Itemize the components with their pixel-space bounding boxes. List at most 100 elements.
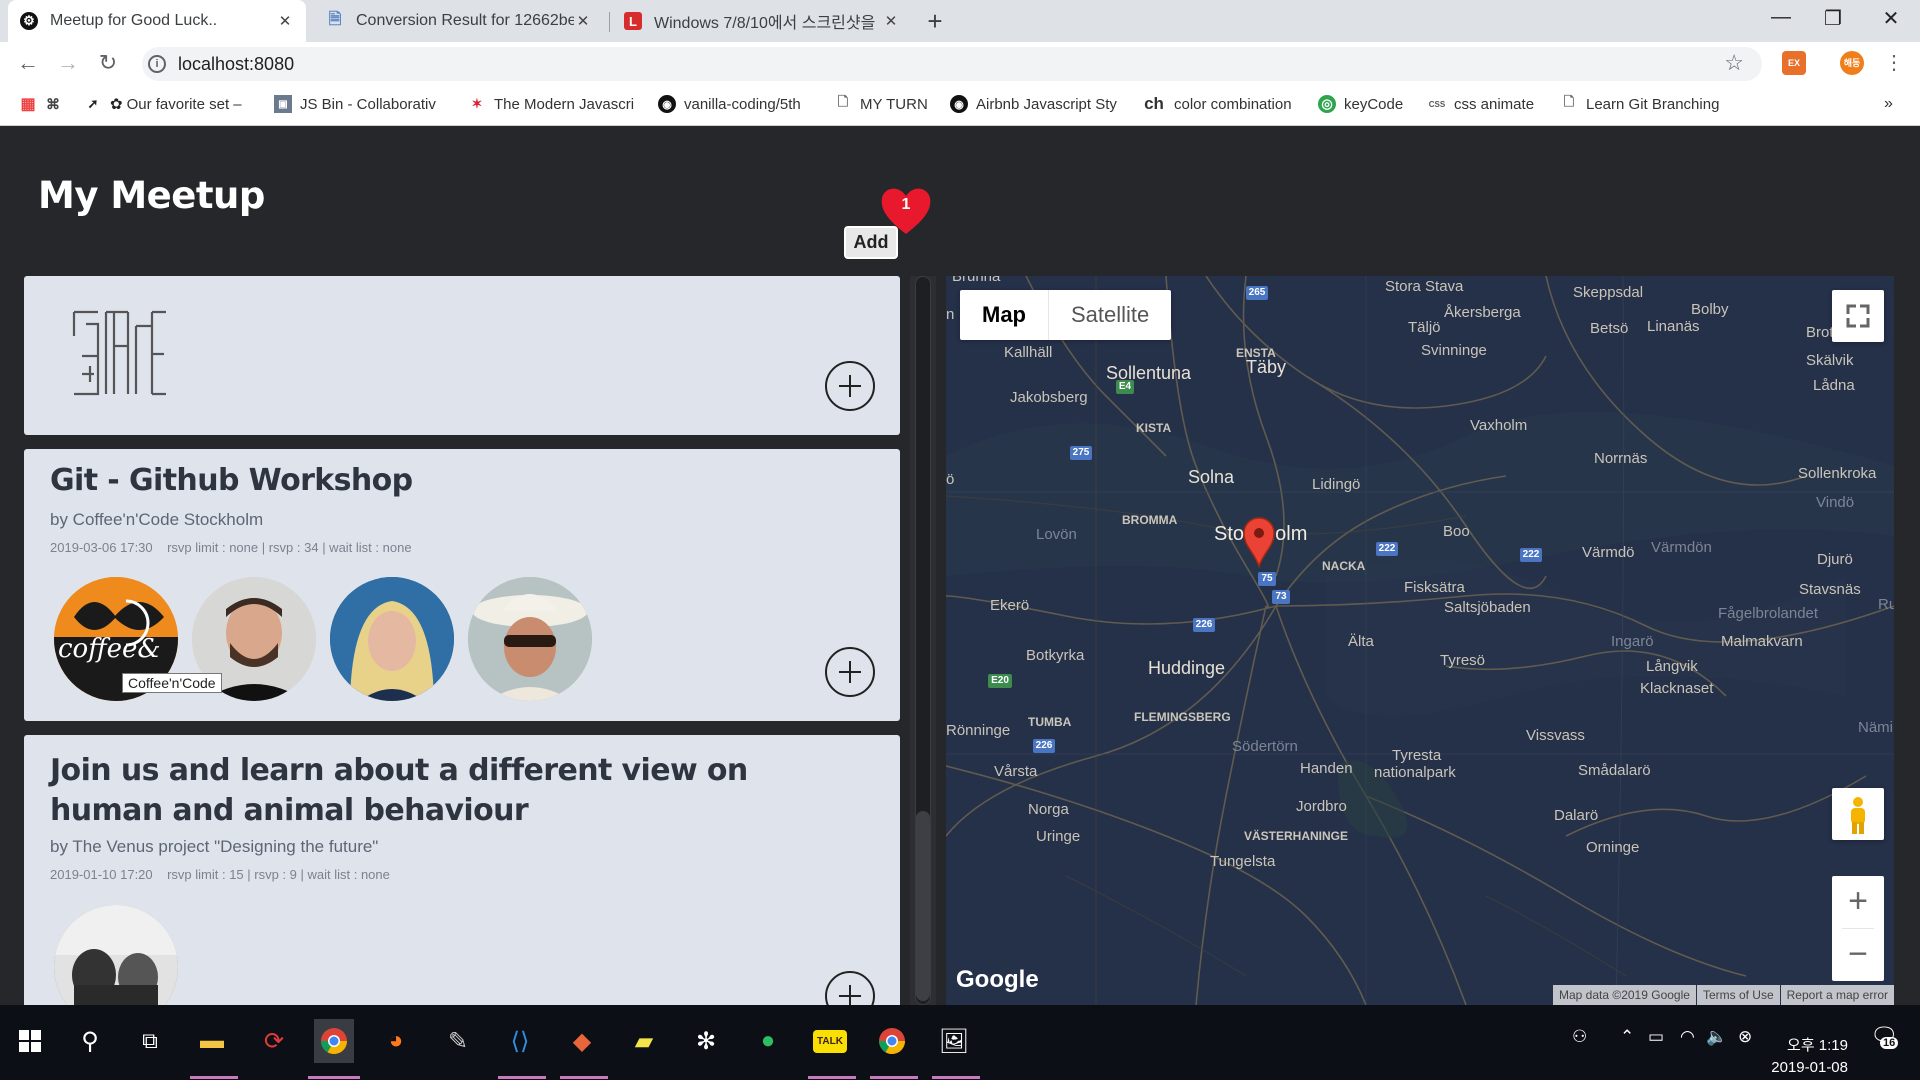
map-label: Ingarö (1611, 633, 1654, 650)
map-label: Täby (1246, 357, 1287, 377)
map-type-satellite-button[interactable]: Satellite (1049, 290, 1171, 340)
bookmark-my-turn[interactable]: 🗋 MY TURN (834, 94, 928, 113)
scrollbar-thumb[interactable] (916, 811, 930, 1001)
document-favicon-icon: 🗎 (328, 10, 342, 28)
more-bookmarks-icon[interactable]: » (1884, 95, 1893, 113)
event-list: Git - Github Workshop by Coffee'n'Code S… (24, 276, 900, 1005)
report-map-error-link[interactable]: Report a map error (1780, 985, 1894, 1005)
chrome-icon[interactable] (872, 1019, 912, 1063)
map-label: Lådna (1813, 377, 1855, 394)
maximize-button[interactable]: ❐ (1818, 6, 1848, 31)
bookmark-favorite-set[interactable]: ➚ ✿ Our favorite set – (84, 95, 242, 114)
slack-icon[interactable]: ✻ (686, 1019, 726, 1063)
git-kraken-icon[interactable]: ◆ (562, 1019, 602, 1063)
sticky-notes-icon[interactable]: ▰ (624, 1019, 664, 1063)
add-event-button[interactable] (825, 647, 875, 697)
event-list-scrollbar[interactable] (910, 276, 936, 1005)
apps-grid-icon[interactable]: ▦ ⌘ (18, 95, 70, 114)
people-icon[interactable]: ⚇ (1572, 1027, 1587, 1047)
fullscreen-icon[interactable] (1832, 290, 1884, 342)
url-text[interactable]: localhost:8080 (178, 54, 294, 75)
map-label: Tyresö (1440, 652, 1486, 669)
bookmark-css-animate[interactable]: CSS css animate (1428, 95, 1534, 113)
paint-app-icon[interactable]: ✎ (438, 1019, 478, 1063)
event-title[interactable]: Join us and learn about a different view… (50, 751, 840, 831)
volume-icon[interactable]: 🔈 (1706, 1027, 1727, 1047)
map-label: VÄSTERHANINGE (1244, 829, 1349, 843)
bookmark-color-combination[interactable]: ch color combination (1142, 94, 1291, 113)
meetup-app: My Meetup 1 Add Git - Github Workshop by… (0, 126, 1920, 1005)
task-view-icon[interactable]: ⧉ (130, 1019, 170, 1063)
taskbar-active-indicator (190, 1076, 238, 1079)
reload-icon[interactable]: ↻ (94, 50, 122, 76)
map-label: Vårsta (994, 763, 1038, 780)
bookmark-learn-git[interactable]: 🗋 Learn Git Branching (1560, 94, 1720, 113)
minimize-button[interactable]: — (1766, 6, 1796, 29)
bookmark-label: css animate (1454, 95, 1535, 113)
avatar[interactable] (54, 905, 178, 1005)
back-icon[interactable]: ← (14, 50, 42, 76)
event-organizer: by The Venus project "Designing the futu… (50, 837, 379, 856)
tab-windows-screenshot[interactable]: L Windows 7/8/10에서 스크린샷을 ✕ (612, 0, 912, 42)
map-label: Malmakvarn (1721, 633, 1803, 650)
map-type-map-button[interactable]: Map (960, 290, 1049, 340)
battery-icon[interactable]: ▭ (1648, 1027, 1664, 1047)
info-icon[interactable]: i (148, 55, 166, 73)
bookmark-airbnb[interactable]: ◉ Airbnb Javascript Sty (950, 95, 1117, 113)
map-marker-icon[interactable] (1242, 516, 1276, 569)
event-title[interactable]: Git - Github Workshop (50, 461, 413, 501)
bookmark-keycode[interactable]: ◎ keyCode (1318, 95, 1403, 113)
map-view[interactable]: Brunna Stora Stava Skeppsdal Bolby Åkers… (946, 276, 1894, 1005)
map-label: Värmdön (1651, 539, 1712, 556)
map-label: Vissvass (1526, 727, 1585, 744)
bookmark-star-icon[interactable]: ☆ (1724, 50, 1744, 76)
street-view-pegman-icon[interactable] (1832, 788, 1884, 840)
extension-ex-icon[interactable]: EX (1782, 51, 1806, 75)
bookmark-vanilla-coding[interactable]: ◉ vanilla-coding/5th (658, 95, 801, 113)
avatar[interactable] (468, 577, 592, 701)
add-event-button[interactable] (825, 971, 875, 1005)
evernote-icon[interactable]: ● (748, 1019, 788, 1063)
windows-start-icon[interactable] (10, 1019, 50, 1063)
menu-dots-icon[interactable]: ⋮ (1880, 50, 1908, 75)
map-label: NACKA (1322, 559, 1366, 573)
add-button[interactable]: Add (844, 226, 898, 259)
kakaotalk-icon[interactable]: TALK (810, 1019, 850, 1063)
bookmark-label: keyCode (1344, 95, 1404, 113)
road-shield: 226 (1033, 739, 1055, 753)
wifi-icon[interactable]: ◠ (1680, 1027, 1695, 1047)
tab-conversion[interactable]: 🗎 Conversion Result for 12662be0 ✕ (314, 0, 604, 42)
show-hidden-icons-chevron-up-icon[interactable]: ⌃ (1620, 1027, 1634, 1047)
search-icon[interactable]: ⚲ (70, 1019, 110, 1063)
photos-icon[interactable]: 🖼 (934, 1019, 974, 1063)
tab-meetup[interactable]: ⚙ Meetup for Good Luck.. ✕ (8, 0, 306, 42)
firefox-icon[interactable]: ◕ (376, 1019, 416, 1063)
bookmark-modern-js[interactable]: ✶ The Modern Javascri (468, 95, 635, 113)
terms-of-use-link[interactable]: Terms of Use (1696, 985, 1780, 1005)
map-label: Saltsjöbaden (1444, 599, 1531, 616)
zoom-in-button[interactable]: + (1832, 876, 1884, 928)
system-clock[interactable]: 오후 1:19 2019-01-08 (1748, 1035, 1848, 1079)
close-tab-icon[interactable]: ✕ (882, 12, 900, 30)
file-explorer-icon[interactable]: ▬ (192, 1019, 232, 1063)
map-label: Svinninge (1421, 342, 1487, 359)
zoom-out-button[interactable]: − (1832, 929, 1884, 981)
new-tab-button[interactable]: + (920, 6, 950, 37)
vscode-icon[interactable]: ⟨⟩ (500, 1019, 540, 1063)
profile-avatar[interactable]: 해동 (1840, 51, 1864, 75)
add-event-button[interactable] (825, 361, 875, 411)
avatar[interactable] (330, 577, 454, 701)
bookmark-label: MY TURN (860, 95, 928, 113)
close-tab-icon[interactable]: ✕ (276, 12, 294, 30)
sync-app-icon[interactable]: ⟳ (254, 1019, 294, 1063)
forward-icon[interactable]: → (54, 50, 82, 76)
address-bar[interactable]: i localhost:8080 ☆ (142, 47, 1762, 81)
rocket-icon: ➚ (87, 96, 99, 111)
close-window-button[interactable]: ✕ (1876, 6, 1906, 31)
map-label: Djurö (1817, 551, 1853, 568)
close-tab-icon[interactable]: ✕ (574, 12, 592, 30)
bookmark-jsbin[interactable]: ▣ JS Bin - Collaborativ (274, 95, 436, 113)
notifications-icon[interactable]: 🗨 16 (1870, 1023, 1899, 1049)
chrome-icon[interactable] (314, 1019, 354, 1063)
map-label: Långvik (1646, 658, 1698, 675)
